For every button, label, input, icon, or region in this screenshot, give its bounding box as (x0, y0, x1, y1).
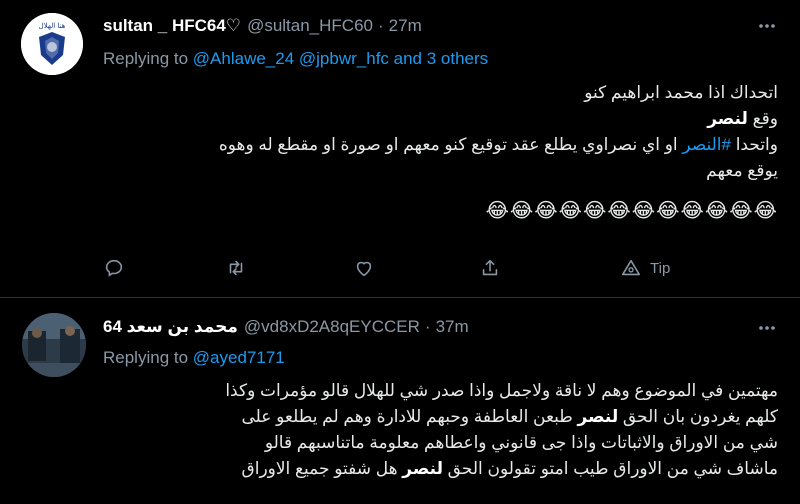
tweet-line: مهتمين في الموضوع وهم لا ناقة ولاجمل واذ… (225, 381, 778, 400)
more-icon (759, 24, 775, 28)
timestamp[interactable]: 27m (389, 16, 422, 36)
hashtag-link[interactable]: #النصر (682, 135, 731, 154)
share-button[interactable] (479, 256, 501, 280)
text-fragment: ماشاف شي من الاوراق طيب امتو تقولون الحق (442, 459, 778, 478)
tip-button[interactable]: Tip (620, 256, 670, 280)
more-options-button[interactable] (755, 14, 779, 38)
svg-text:هنا الهلال: هنا الهلال (39, 22, 66, 30)
like-button[interactable] (353, 256, 375, 280)
profile-photo-icon (22, 313, 86, 377)
tweet-line: كلهم يغردون بان الحق لنصر طبعن العاطفة و… (103, 404, 778, 430)
tip-icon (621, 259, 641, 276)
text-fragment: او اي نصراوي يطلع عقد توقيع كنو معهم او … (218, 135, 683, 154)
tweet-line: شي من الاوراق والاثباتات واذا جى قانوني … (264, 433, 778, 452)
tweet-header: sultan _ HFC64♡ @sultan_HFC60 · 27m (103, 14, 422, 38)
separator-dot: · (378, 16, 384, 35)
text-fragment: كلهم يغردون بان الحق (618, 407, 778, 426)
avatar[interactable]: هنا الهلال (21, 13, 83, 75)
more-options-button[interactable] (755, 316, 779, 340)
retweet-icon (229, 260, 243, 276)
tweet-text: اتحداك اذا محمد ابراهيم كنو وقع لنصر وات… (103, 80, 778, 224)
tweet-header: محمد بن سعد 64 @vd8xD2A8qEYCCER · 37m (103, 315, 469, 339)
tweet-text: مهتمين في الموضوع وهم لا ناقة ولاجمل واذ… (103, 378, 778, 482)
display-name[interactable]: sultan _ HFC64♡ (103, 16, 241, 36)
replying-to: Replying to @Ahlawe_24 @jpbwr_hfc and 3 … (103, 49, 488, 69)
bold-text: لنصر (402, 459, 443, 478)
replying-to-mentions[interactable]: @Ahlawe_24 @jpbwr_hfc and 3 others (193, 49, 488, 68)
replying-label: Replying to (103, 49, 189, 68)
tweet-line: يوقع معهم (706, 161, 778, 180)
tweet-1[interactable]: هنا الهلال sultan _ HFC64♡ @sultan_HFC60… (0, 0, 800, 298)
tweet-line: واتحدا #النصر او اي نصراوي يطلع عقد توقي… (103, 132, 778, 158)
replying-to-mentions[interactable]: @ayed7171 (193, 348, 285, 367)
reply-button[interactable] (103, 256, 125, 280)
avatar[interactable] (22, 313, 86, 377)
user-handle[interactable]: @vd8xD2A8qEYCCER (244, 317, 420, 337)
bold-text: لنصر (707, 109, 748, 128)
replying-to: Replying to @ayed7171 (103, 348, 285, 368)
tweet-line: اتحداك اذا محمد ابراهيم كنو (584, 83, 778, 102)
bold-text: لنصر (577, 407, 619, 426)
timestamp[interactable]: 37m (436, 317, 469, 337)
text-fragment: طبعن العاطفة وحبهم للادارة وهم لم يطلعو … (241, 407, 578, 426)
user-handle[interactable]: @sultan_HFC60 (247, 16, 373, 36)
club-logo-icon: هنا الهلال (21, 13, 83, 75)
text-fragment: واتحدا (730, 135, 778, 154)
tweet-actions: Tip (103, 256, 683, 280)
more-icon (759, 326, 775, 330)
tweet-line: ماشاف شي من الاوراق طيب امتو تقولون الحق… (103, 456, 778, 482)
tweet-line: وقع لنصر (103, 106, 778, 132)
emoji-row: 😂😂😂😂😂😂😂😂😂😂😂😂 (485, 200, 778, 222)
tip-label: Tip (650, 259, 671, 277)
text-fragment: وقع (747, 109, 778, 128)
text-fragment: هل شفتو جميع الاوراق (241, 459, 403, 478)
replying-label: Replying to (103, 348, 189, 367)
tweet-2[interactable]: محمد بن سعد 64 @vd8xD2A8qEYCCER · 37m Re… (0, 298, 800, 504)
share-icon (482, 259, 498, 276)
display-name[interactable]: محمد بن سعد 64 (103, 317, 238, 337)
retweet-button[interactable] (225, 256, 247, 280)
separator-dot: · (424, 317, 431, 336)
heart-icon (356, 261, 372, 277)
reply-icon (105, 259, 123, 277)
